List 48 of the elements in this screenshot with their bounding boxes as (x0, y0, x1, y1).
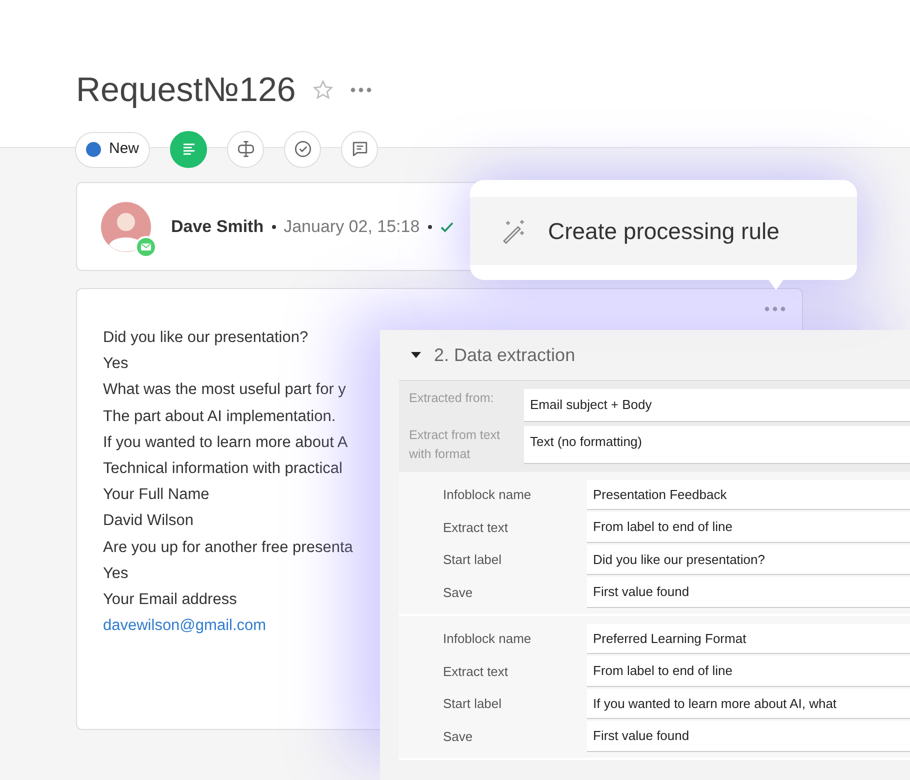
select-field[interactable]: Text (no formatting) (524, 426, 910, 464)
input-field[interactable]: First value found (587, 721, 910, 752)
input-field[interactable]: From label to end of line (587, 512, 910, 542)
message-line: What was the most useful part for y (103, 381, 346, 398)
status-button[interactable]: New (75, 132, 150, 168)
message-line: Are you up for another free presenta (103, 538, 353, 556)
field-label: Extract text (442, 662, 510, 680)
message-line: Your Full Name (103, 486, 210, 504)
message-line: Yes (103, 564, 128, 582)
input-field[interactable]: Presentation Feedback (587, 480, 910, 510)
page-title: Request№126 (76, 70, 296, 111)
input-field[interactable]: If you wanted to learn more about AI, what (587, 688, 910, 719)
star-icon[interactable] (312, 79, 334, 102)
text-field-tab[interactable] (227, 131, 264, 168)
field-label: Save (442, 728, 474, 746)
message-line: If you wanted to learn more about A (103, 434, 348, 451)
avatar (101, 202, 151, 252)
separator-dot (272, 224, 276, 228)
more-icon[interactable] (350, 87, 372, 94)
message-time: January 02, 15:18 (284, 216, 420, 238)
field-label: Start label (442, 551, 503, 569)
create-rule-menu-item[interactable]: Create processing rule (470, 197, 857, 265)
section-title: 2. Data extraction (434, 344, 576, 366)
input-field[interactable]: Preferred Learning Format (587, 624, 910, 654)
field-label: Infoblock name (442, 630, 532, 648)
input-field[interactable]: Did you like our presentation? (587, 544, 910, 575)
message-line: Your Email address (103, 591, 237, 608)
field-label: Save (442, 584, 474, 602)
approve-tab[interactable] (284, 131, 322, 168)
message-line: The part about AI implementation. (103, 408, 336, 425)
input-field[interactable]: From label to end of line (587, 656, 910, 686)
field-label: Extracted from: (409, 390, 495, 407)
input-field[interactable]: First value found (587, 577, 910, 608)
caret-icon[interactable] (410, 351, 422, 359)
message-line: Yes (103, 355, 128, 372)
separator-dot (428, 224, 432, 228)
field-label: Extract text (442, 518, 510, 536)
field-label: Start label (442, 695, 503, 713)
select-field[interactable]: Email subject + Body (524, 389, 910, 422)
email-link[interactable]: davewilson@gmail.com (103, 617, 266, 634)
message-line: David Wilson (103, 512, 194, 530)
field-label: Infoblock name (442, 486, 532, 504)
sender-name: Dave Smith (171, 216, 264, 238)
email-icon (135, 236, 157, 258)
chat-tab[interactable] (341, 131, 378, 168)
field-label: Extract from text with format (409, 426, 501, 462)
message-line: Did you like our presentation? (103, 329, 308, 346)
message-line: Technical information with practical (103, 460, 342, 478)
